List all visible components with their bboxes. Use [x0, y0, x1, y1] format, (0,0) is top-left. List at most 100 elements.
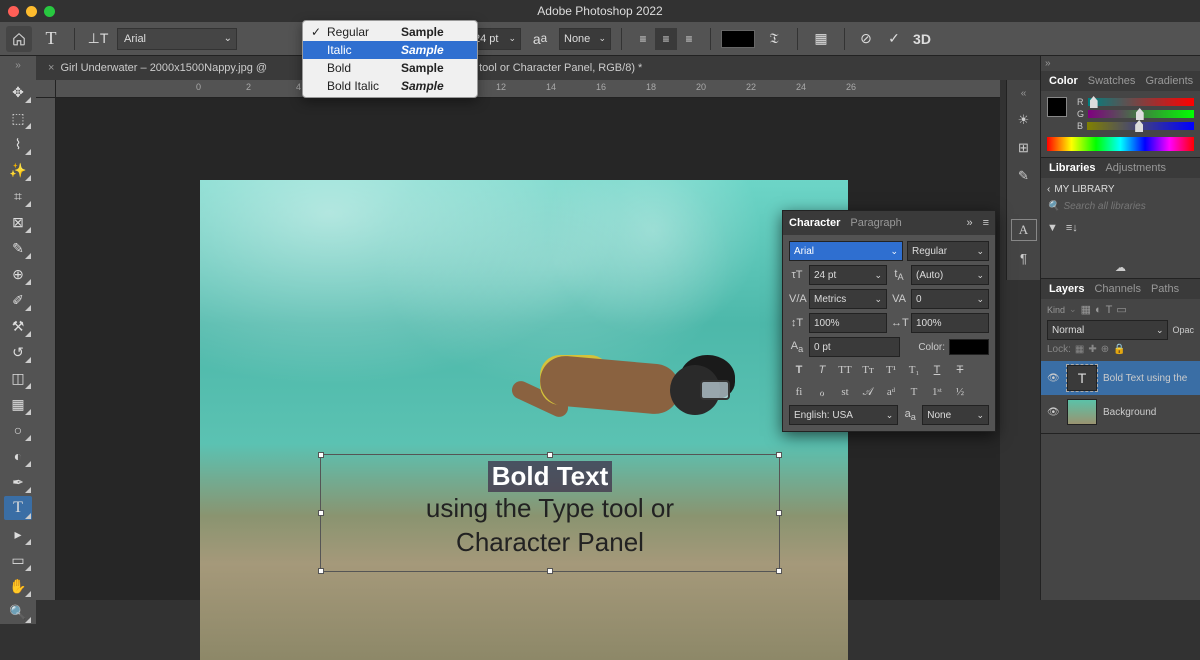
filter-shape-icon[interactable]: ▭: [1116, 303, 1126, 316]
char-font-size-input[interactable]: 24 pt: [809, 265, 887, 285]
spectrum-bar[interactable]: [1047, 137, 1194, 151]
lock-position-icon[interactable]: ✚: [1088, 344, 1096, 355]
lock-pixels-icon[interactable]: ▦: [1075, 344, 1084, 355]
path-selection-tool-icon[interactable]: ▸: [4, 522, 32, 546]
char-kerning-select[interactable]: Metrics: [809, 289, 887, 309]
char-hscale-input[interactable]: 100%: [911, 313, 989, 333]
align-left-icon[interactable]: ≡: [632, 28, 654, 50]
font-style-option-italic[interactable]: Italic Sample: [303, 41, 477, 59]
commit-icon[interactable]: ✓: [883, 28, 905, 50]
history-brush-tool-icon[interactable]: ↺: [4, 340, 32, 364]
char-vscale-input[interactable]: 100%: [809, 313, 887, 333]
text-content[interactable]: Bold Text using the Type tool or Charact…: [327, 461, 773, 565]
swash-icon[interactable]: 𝒜: [858, 383, 878, 401]
fractions-icon[interactable]: 1ˢᵗ: [927, 383, 947, 401]
align-right-icon[interactable]: ≡: [678, 28, 700, 50]
close-window-icon[interactable]: [8, 6, 19, 17]
text-color-swatch[interactable]: [721, 30, 755, 48]
sort-icon[interactable]: ≡↓: [1066, 222, 1078, 234]
resize-handle[interactable]: [776, 452, 782, 458]
frame-tool-icon[interactable]: ⊠: [4, 210, 32, 234]
3d-icon[interactable]: 3D: [911, 28, 933, 50]
font-family-select[interactable]: Arial: [117, 28, 237, 50]
lock-artboard-icon[interactable]: ⊕: [1101, 344, 1109, 355]
stylistic-icon[interactable]: st: [835, 383, 855, 401]
subscript-icon[interactable]: T₁: [904, 361, 924, 379]
pen-tool-icon[interactable]: ✒: [4, 470, 32, 494]
cloud-icon[interactable]: ☁: [1115, 261, 1126, 274]
collapse-icon[interactable]: »: [966, 217, 972, 229]
eyedropper-tool-icon[interactable]: ✎: [4, 236, 32, 260]
text-line-3[interactable]: Character Panel: [327, 526, 773, 560]
libraries-tab[interactable]: Libraries: [1049, 162, 1095, 174]
shape-tool-icon[interactable]: ▭: [4, 548, 32, 572]
font-style-option-regular[interactable]: ✓ Regular Sample: [303, 23, 477, 41]
ligature-icon[interactable]: fi: [789, 383, 809, 401]
vertical-ruler[interactable]: [36, 98, 56, 600]
type-tool-icon[interactable]: T: [38, 26, 64, 52]
resize-handle[interactable]: [776, 568, 782, 574]
panel-menu-icon[interactable]: ≡: [983, 217, 989, 229]
brush-tool-icon[interactable]: ✐: [4, 288, 32, 312]
layer-thumbnail-image[interactable]: [1067, 399, 1097, 425]
g-slider[interactable]: [1088, 110, 1194, 118]
gradient-tool-icon[interactable]: ▦: [4, 392, 32, 416]
contextual-icon[interactable]: ℴ: [812, 383, 832, 401]
layers-tab[interactable]: Layers: [1049, 283, 1084, 295]
layer-name[interactable]: Bold Text using the: [1103, 373, 1187, 384]
collapse-right-icon[interactable]: »: [1041, 56, 1200, 71]
align-center-icon[interactable]: ≡: [655, 28, 677, 50]
strikethrough-icon[interactable]: T: [950, 361, 970, 379]
smallcaps-icon[interactable]: Tᴛ: [858, 361, 878, 379]
gradients-tab[interactable]: Gradients: [1145, 75, 1193, 87]
adjustments-tab[interactable]: Adjustments: [1105, 162, 1166, 174]
channels-tab[interactable]: Channels: [1094, 283, 1140, 295]
lock-all-icon[interactable]: 🔒: [1113, 344, 1125, 355]
color-tab[interactable]: Color: [1049, 75, 1078, 87]
resize-handle[interactable]: [318, 510, 324, 516]
half-icon[interactable]: ½: [950, 383, 970, 401]
ordinals-icon[interactable]: aᵈ: [881, 383, 901, 401]
text-bounding-box[interactable]: Bold Text using the Type tool or Charact…: [320, 454, 780, 572]
ruler-origin[interactable]: [36, 80, 56, 98]
home-icon[interactable]: [6, 26, 32, 52]
char-tracking-input[interactable]: 0: [911, 289, 989, 309]
b-slider[interactable]: [1087, 122, 1194, 130]
filter-pixel-icon[interactable]: ▦: [1081, 303, 1091, 316]
zoom-window-icon[interactable]: [44, 6, 55, 17]
layer-item-background[interactable]: 👁 Background: [1047, 395, 1194, 429]
library-search-input[interactable]: 🔍 Search all libraries: [1047, 201, 1194, 212]
type-tool-icon[interactable]: T: [4, 496, 32, 520]
clone-stamp-tool-icon[interactable]: ⚒: [4, 314, 32, 338]
magic-wand-tool-icon[interactable]: ✨: [4, 158, 32, 182]
text-orientation-icon[interactable]: ⊥T: [85, 26, 111, 52]
crop-tool-icon[interactable]: ⌗: [4, 184, 32, 208]
expand-tools-icon[interactable]: »: [15, 60, 21, 71]
cancel-icon[interactable]: ⊘: [855, 28, 877, 50]
expand-panels-icon[interactable]: «: [1021, 88, 1027, 99]
char-leading-input[interactable]: (Auto): [911, 265, 989, 285]
swatches-tab[interactable]: Swatches: [1088, 75, 1136, 87]
character-tab[interactable]: Character: [789, 217, 840, 229]
blend-mode-select[interactable]: Normal: [1047, 320, 1168, 340]
paragraph-panel-icon[interactable]: ¶: [1011, 247, 1037, 269]
resize-handle[interactable]: [547, 452, 553, 458]
blur-tool-icon[interactable]: ○: [4, 418, 32, 442]
text-line-2[interactable]: using the Type tool or: [327, 492, 773, 526]
resize-handle[interactable]: [318, 452, 324, 458]
marquee-tool-icon[interactable]: ⬚: [4, 106, 32, 130]
char-antialias-select[interactable]: None: [922, 405, 989, 425]
char-language-select[interactable]: English: USA: [789, 405, 898, 425]
r-slider[interactable]: [1088, 98, 1195, 106]
my-library-dropdown[interactable]: ‹MY LIBRARY: [1047, 184, 1194, 195]
character-panel-icon[interactable]: A: [1011, 219, 1037, 241]
healing-brush-tool-icon[interactable]: ⊕: [4, 262, 32, 286]
char-color-swatch[interactable]: [949, 339, 989, 355]
adjustments-panel-icon[interactable]: ☀: [1011, 109, 1037, 131]
filter-icon[interactable]: ▼: [1047, 222, 1058, 234]
horizontal-ruler[interactable]: 0 2 4 6 8 10 12 14 16 18 20 22 24 26: [56, 80, 1000, 98]
font-style-dropdown[interactable]: ✓ Regular Sample Italic Sample Bold Samp…: [302, 20, 478, 98]
zoom-tool-icon[interactable]: 🔍: [4, 600, 32, 624]
allcaps-icon[interactable]: TT: [835, 361, 855, 379]
lasso-tool-icon[interactable]: ⌇: [4, 132, 32, 156]
